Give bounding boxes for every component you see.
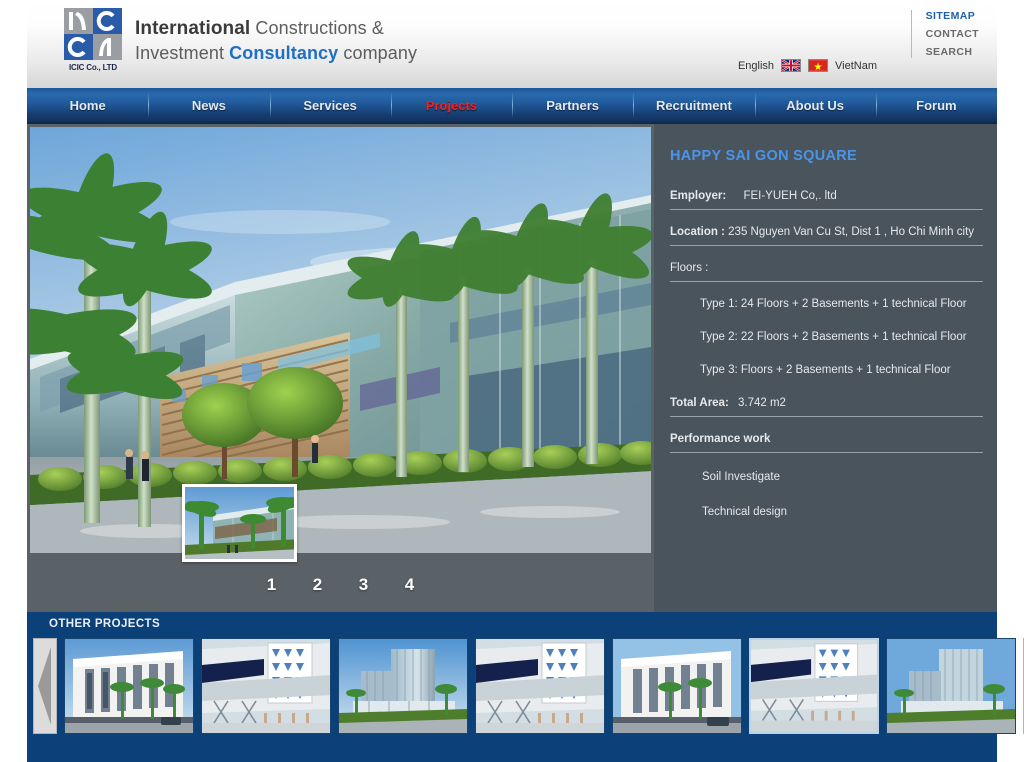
utility-links: SITEMAP CONTACT SEARCH	[910, 10, 979, 58]
project-location-row: Location : 235 Nguyen Van Cu St, Dist 1 …	[670, 226, 983, 246]
page-root: ICIC Co., LTD International Construction…	[27, 0, 1024, 762]
logo-cell-top-left	[64, 8, 93, 34]
hero-section: 1 2 3 4	[27, 124, 654, 612]
language-label-english: English	[737, 59, 775, 72]
other-project-thumb-1[interactable]	[64, 638, 194, 734]
performance-item-technical-design: Technical design	[702, 506, 788, 518]
brand-word-investment: Investment	[135, 43, 230, 63]
main-navigation: Home News Services Projects Partners Rec…	[27, 88, 997, 124]
site-header: ICIC Co., LTD International Construction…	[27, 0, 997, 88]
brand-word-consultancy: Consultancy	[229, 43, 339, 63]
project-detail-panel: HAPPY SAI GON SQUARE Employer: FEI-YUEH …	[654, 124, 997, 612]
performance-item-soil-investigate: Soil Investigate	[702, 471, 780, 483]
employer-label: Employer:	[670, 190, 727, 202]
floors-type-1: Type 1: 24 Floors + 2 Basements + 1 tech…	[700, 298, 967, 310]
brand-text: International Constructions & Investment…	[135, 16, 417, 66]
nav-item-projects[interactable]: Projects	[390, 88, 512, 122]
location-value: 235 Nguyen Van Cu St, Dist 1 , Ho Chi Mi…	[728, 226, 975, 238]
nav-item-home[interactable]: Home	[27, 88, 148, 122]
logo-mark	[64, 8, 122, 60]
other-project-thumb-7[interactable]	[886, 638, 1016, 734]
language-switcher: English VietNam	[738, 59, 877, 72]
other-project-thumb-3[interactable]	[338, 638, 468, 734]
nav-item-about-us[interactable]: About Us	[754, 88, 876, 122]
hero-page-1[interactable]: 1	[261, 575, 283, 595]
floors-type-2: Type 2: 22 Floors + 2 Basements + 1 tech…	[700, 331, 967, 343]
logo-caption: ICIC Co., LTD	[69, 63, 117, 72]
utility-link-sitemap[interactable]: SITEMAP	[926, 10, 979, 22]
company-logo[interactable]: ICIC Co., LTD	[57, 8, 129, 80]
floors-type-3: Type 3: Floors + 2 Basements + 1 technic…	[700, 364, 951, 376]
other-projects-section: OTHER PROJECTS	[27, 612, 1024, 740]
nav-item-partners[interactable]: Partners	[512, 88, 633, 122]
nav-item-recruitment[interactable]: Recruitment	[633, 88, 754, 122]
project-floors-label: Floors :	[670, 262, 983, 282]
hero-pagination: 1 2 3 4	[27, 558, 654, 612]
main-content: 1 2 3 4 HAPPY SAI GON SQUARE Employer: F…	[27, 124, 997, 612]
hero-inset-thumbnail[interactable]	[182, 484, 297, 562]
brand-word-company: company	[338, 43, 418, 63]
logo-cell-bottom-left	[64, 34, 93, 60]
language-label-vietnam: VietNam	[835, 59, 877, 72]
footer-bar	[27, 740, 997, 762]
hero-image[interactable]	[30, 127, 651, 553]
logo-cell-bottom-right	[93, 34, 122, 60]
other-projects-title: OTHER PROJECTS	[49, 618, 161, 630]
nav-item-services[interactable]: Services	[269, 88, 391, 122]
project-employer-row: Employer: FEI-YUEH Co,. ltd	[670, 190, 983, 210]
vietnam-flag-icon[interactable]	[808, 59, 829, 72]
uk-flag-icon[interactable]	[781, 59, 802, 72]
project-total-area-row: Total Area: 3.742 m2	[670, 397, 983, 417]
page-title: HAPPY SAI GON SQUARE	[670, 148, 858, 164]
logo-cell-top-right	[93, 8, 122, 34]
total-area-label: Total Area:	[670, 397, 729, 409]
nav-item-news[interactable]: News	[148, 88, 269, 122]
brand-word-international: International	[135, 18, 251, 39]
other-project-thumb-2[interactable]	[201, 638, 331, 734]
other-project-thumb-5[interactable]	[612, 638, 742, 734]
prev-arrow-icon[interactable]	[33, 638, 57, 734]
nav-item-forum[interactable]: Forum	[875, 88, 997, 122]
hero-page-2[interactable]: 2	[307, 575, 329, 595]
utility-link-contact[interactable]: CONTACT	[926, 28, 979, 40]
hero-page-3[interactable]: 3	[353, 575, 375, 595]
other-projects-carousel	[27, 636, 1024, 736]
total-area-value: 3.742 m2	[738, 397, 786, 409]
other-project-thumb-4[interactable]	[475, 638, 605, 734]
performance-work-label: Performance work	[670, 433, 983, 453]
brand-line1-rest: Constructions &	[250, 18, 384, 38]
hero-page-4[interactable]: 4	[399, 575, 421, 595]
location-label: Location :	[670, 226, 725, 238]
other-project-thumb-6[interactable]	[749, 638, 879, 734]
employer-value: FEI-YUEH Co,. ltd	[743, 190, 837, 202]
utility-link-search[interactable]: SEARCH	[926, 46, 979, 58]
